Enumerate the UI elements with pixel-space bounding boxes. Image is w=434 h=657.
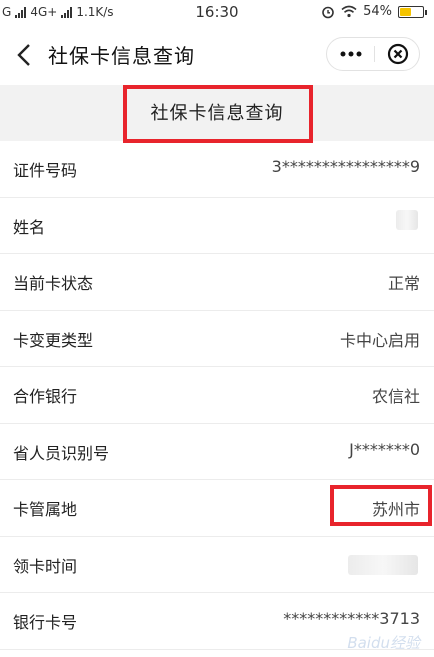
row-name: 姓名 (0, 198, 434, 254)
battery-percent: 54% (363, 4, 392, 19)
highlight-box-heading (123, 85, 313, 143)
close-button[interactable] (375, 38, 420, 70)
close-circle-icon (387, 43, 408, 65)
watermark: Baidu经验 (347, 634, 420, 652)
more-button[interactable] (327, 38, 374, 70)
row-label: 银行卡号 (13, 613, 78, 632)
more-dots-icon (340, 51, 361, 57)
row-card-status: 当前卡状态 正常 (0, 254, 434, 311)
blurred-value (348, 554, 418, 575)
nav-bar: 社保卡信息查询 (0, 25, 434, 85)
alarm-icon (322, 6, 334, 18)
back-arrow-icon[interactable] (14, 41, 36, 69)
row-label: 姓名 (13, 217, 46, 237)
status-bar: G 4G+ 1.1K/s 16:30 54% (0, 0, 434, 25)
row-label: 合作银行 (13, 387, 78, 406)
status-right: 54% (321, 4, 427, 19)
row-provincial-id: 省人员识别号 J*******0 (0, 424, 434, 480)
row-value: 农信社 (371, 387, 420, 406)
row-label: 卡变更类型 (13, 330, 94, 350)
wifi-icon (341, 5, 357, 18)
mini-program-capsule (326, 37, 420, 71)
row-change-type: 卡变更类型 卡中心启用 (0, 311, 434, 367)
battery-level (400, 7, 411, 16)
row-value: ************3713 (283, 609, 420, 628)
row-value: 卡中心启用 (339, 330, 420, 350)
row-partner-bank: 合作银行 农信社 (0, 367, 434, 424)
row-value: J*******0 (349, 439, 420, 459)
row-label: 当前卡状态 (13, 274, 94, 293)
row-label: 领卡时间 (13, 556, 78, 576)
info-list: 证件号码 3****************9 姓名 当前卡状态 正常 卡变更类… (0, 141, 434, 650)
battery-icon (398, 5, 427, 18)
row-label: 证件号码 (13, 161, 78, 180)
row-collect-time: 领卡时间 (0, 537, 434, 593)
nav-title: 社保卡信息查询 (48, 44, 195, 68)
highlight-box-location (330, 485, 432, 526)
row-value: 正常 (387, 274, 420, 293)
row-label: 卡管属地 (13, 500, 78, 519)
blurred-value (396, 209, 418, 230)
row-id-number: 证件号码 3****************9 (0, 141, 434, 198)
row-value: 3****************9 (271, 157, 420, 176)
row-label: 省人员识别号 (13, 443, 110, 463)
